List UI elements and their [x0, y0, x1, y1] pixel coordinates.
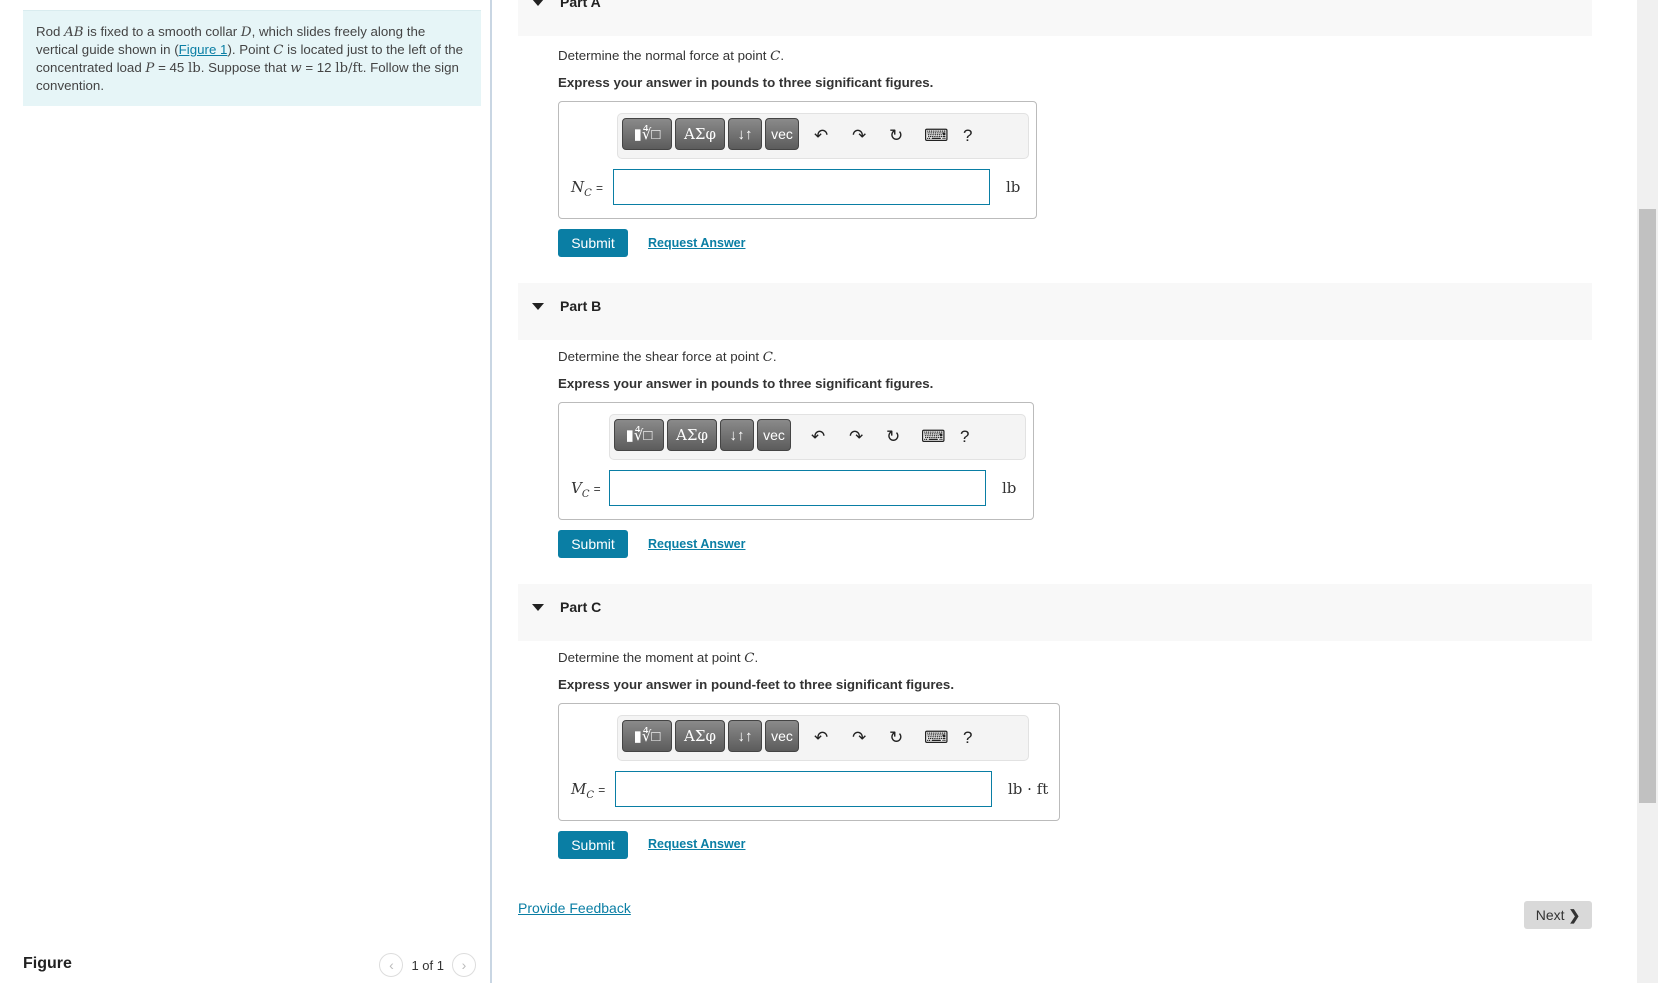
- moment-input[interactable]: [615, 771, 992, 807]
- problem-text: = 45: [154, 60, 189, 75]
- next-figure-button[interactable]: ›: [452, 953, 476, 977]
- answer-box: ▮∜□ ΑΣφ ↓↑ vec ↶ ↷ ↻ ⌨ ? NC = lb: [558, 101, 1037, 219]
- request-answer-link[interactable]: Request Answer: [648, 837, 745, 851]
- undo-icon[interactable]: ↶: [811, 427, 825, 447]
- part-instruction: Express your answer in pounds to three s…: [558, 75, 934, 90]
- figure-bar: Figure ‹ 1 of 1 ›: [23, 953, 476, 979]
- left-panel: Rod AB is fixed to a smooth collar D, wh…: [0, 0, 490, 983]
- part-question: Determine the shear force at point C.: [558, 349, 777, 365]
- keyboard-icon[interactable]: ⌨: [921, 427, 946, 447]
- unit-label: lb: [1002, 479, 1017, 497]
- next-button[interactable]: Next ❯: [1524, 901, 1592, 929]
- templates-button[interactable]: ▮∜□: [614, 419, 664, 451]
- arrows-icon: ↓↑: [737, 125, 753, 143]
- arrows-button[interactable]: ↓↑: [728, 720, 762, 752]
- problem-text: = 12: [301, 60, 336, 75]
- variable-label: NC =: [571, 178, 603, 199]
- math-toolbar: ▮∜□ ΑΣφ ↓↑ vec ↶ ↷ ↻ ⌨ ?: [617, 113, 1029, 159]
- chevron-right-icon: ›: [461, 957, 467, 973]
- chevron-left-icon: ‹: [389, 957, 394, 973]
- math-toolbar: ▮∜□ ΑΣφ ↓↑ vec ↶ ↷ ↻ ⌨ ?: [609, 414, 1026, 460]
- part-instruction: Express your answer in pound-feet to thr…: [558, 677, 955, 692]
- part-c-header[interactable]: Part C: [518, 584, 1592, 641]
- chevron-right-icon: ❯: [1568, 906, 1581, 923]
- request-answer-link[interactable]: Request Answer: [648, 236, 745, 250]
- unit-label: lb: [1006, 178, 1021, 196]
- math-symbol: lb: [188, 61, 201, 76]
- vector-button[interactable]: vec: [757, 419, 791, 451]
- part-title: Part C: [560, 599, 602, 615]
- templates-button[interactable]: ▮∜□: [622, 720, 672, 752]
- scrollbar-thumb[interactable]: [1639, 209, 1656, 803]
- figure-title: Figure: [23, 955, 72, 972]
- part-question: Determine the moment at point C.: [558, 650, 759, 666]
- reset-icon[interactable]: ↻: [886, 427, 900, 447]
- keyboard-icon[interactable]: ⌨: [924, 728, 949, 748]
- keyboard-icon[interactable]: ⌨: [924, 126, 949, 146]
- arrows-icon: ↓↑: [729, 426, 745, 444]
- templates-icon: ▮∜□: [625, 427, 653, 444]
- help-icon[interactable]: ?: [960, 427, 969, 447]
- arrows-button[interactable]: ↓↑: [728, 118, 762, 150]
- problem-text: is fixed to a smooth collar: [83, 24, 241, 39]
- unit-label: lb · ft: [1008, 780, 1049, 798]
- figure-page-count: 1 of 1: [411, 957, 444, 973]
- greek-symbols-button[interactable]: ΑΣφ: [675, 720, 725, 752]
- arrows-icon: ↓↑: [737, 727, 753, 745]
- answer-box: ▮∜□ ΑΣφ ↓↑ vec ↶ ↷ ↻ ⌨ ? MC = lb · ft: [558, 703, 1060, 821]
- reset-icon[interactable]: ↻: [889, 728, 903, 748]
- templates-icon: ▮∜□: [633, 728, 661, 745]
- help-icon[interactable]: ?: [963, 126, 972, 146]
- math-symbol: D: [240, 25, 252, 40]
- problem-text: ). Point: [227, 42, 274, 57]
- shear-force-input[interactable]: [609, 470, 986, 506]
- part-question: Determine the normal force at point C.: [558, 48, 785, 64]
- submit-button[interactable]: Submit: [558, 229, 628, 257]
- math-symbol: C: [273, 43, 284, 58]
- math-symbol: AB: [64, 25, 84, 40]
- part-instruction: Express your answer in pounds to three s…: [558, 376, 934, 391]
- provide-feedback-link[interactable]: Provide Feedback: [518, 900, 631, 916]
- request-answer-link[interactable]: Request Answer: [648, 537, 745, 551]
- panel-divider[interactable]: [490, 0, 492, 983]
- collapse-triangle-icon: [532, 604, 544, 611]
- figure-pager: ‹ 1 of 1 ›: [379, 953, 476, 977]
- templates-button[interactable]: ▮∜□: [622, 118, 672, 150]
- templates-icon: ▮∜□: [633, 126, 661, 143]
- problem-text: . Suppose that: [200, 60, 291, 75]
- prev-figure-button[interactable]: ‹: [379, 953, 404, 977]
- undo-icon[interactable]: ↶: [814, 728, 828, 748]
- collapse-triangle-icon: [532, 303, 544, 310]
- problem-text: Rod: [36, 24, 65, 39]
- figure-link[interactable]: Figure 1: [179, 42, 228, 57]
- part-b-header[interactable]: Part B: [518, 283, 1592, 340]
- help-icon[interactable]: ?: [963, 728, 972, 748]
- problem-statement: Rod AB is fixed to a smooth collar D, wh…: [23, 10, 481, 106]
- greek-symbols-button[interactable]: ΑΣφ: [675, 118, 725, 150]
- vector-button[interactable]: vec: [765, 118, 799, 150]
- normal-force-input[interactable]: [613, 169, 990, 205]
- part-title: Part A: [560, 0, 601, 10]
- vertical-scrollbar[interactable]: [1637, 0, 1658, 983]
- collapse-triangle-icon: [532, 0, 544, 6]
- undo-icon[interactable]: ↶: [814, 126, 828, 146]
- variable-label: VC =: [571, 479, 601, 500]
- arrows-button[interactable]: ↓↑: [720, 419, 754, 451]
- redo-icon[interactable]: ↷: [852, 728, 866, 748]
- math-toolbar: ▮∜□ ΑΣφ ↓↑ vec ↶ ↷ ↻ ⌨ ?: [617, 715, 1029, 761]
- part-title: Part B: [560, 298, 602, 314]
- math-symbol: lb/ft: [335, 61, 363, 76]
- redo-icon[interactable]: ↷: [852, 126, 866, 146]
- submit-button[interactable]: Submit: [558, 831, 628, 859]
- part-a-header[interactable]: Part A: [518, 0, 1592, 36]
- answer-box: ▮∜□ ΑΣφ ↓↑ vec ↶ ↷ ↻ ⌨ ? VC = lb: [558, 402, 1034, 520]
- variable-label: MC =: [571, 780, 606, 801]
- redo-icon[interactable]: ↷: [849, 427, 863, 447]
- greek-symbols-button[interactable]: ΑΣφ: [667, 419, 717, 451]
- reset-icon[interactable]: ↻: [889, 126, 903, 146]
- submit-button[interactable]: Submit: [558, 530, 628, 558]
- vector-button[interactable]: vec: [765, 720, 799, 752]
- math-symbol: w: [290, 61, 302, 76]
